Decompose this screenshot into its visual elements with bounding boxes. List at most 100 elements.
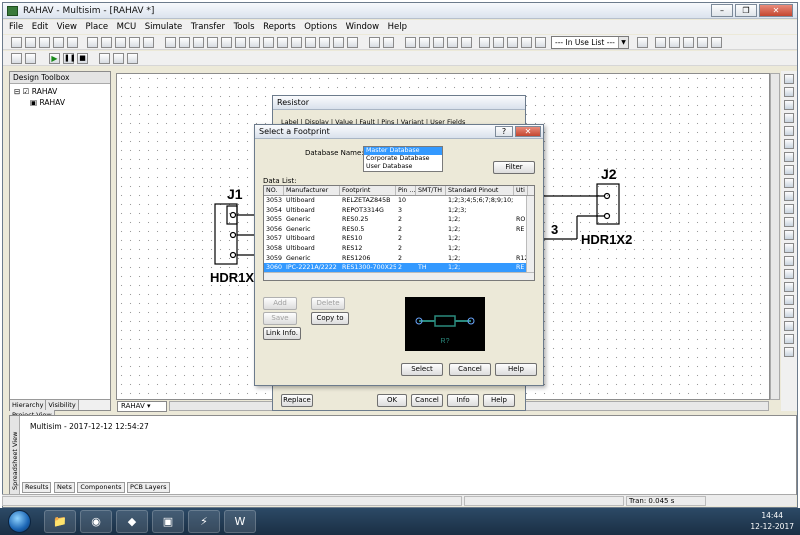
bode-plotter-icon[interactable] bbox=[784, 139, 794, 149]
menu-mcu[interactable]: MCU bbox=[117, 20, 137, 34]
postprocessor-icon[interactable] bbox=[447, 37, 458, 48]
place-bus-vector-icon[interactable] bbox=[319, 37, 330, 48]
print-preview-icon[interactable] bbox=[67, 37, 78, 48]
agilent-multimeter-icon[interactable] bbox=[784, 269, 794, 279]
menu-view[interactable]: View bbox=[57, 20, 77, 34]
cursor-icon[interactable] bbox=[369, 37, 380, 48]
menu-place[interactable]: Place bbox=[86, 20, 109, 34]
resistor-help-button[interactable]: Help bbox=[483, 394, 515, 407]
wattmeter-icon[interactable] bbox=[784, 100, 794, 110]
menu-help[interactable]: Help bbox=[388, 20, 407, 34]
four-channel-oscilloscope-icon[interactable] bbox=[784, 126, 794, 136]
maximize-button[interactable]: ❐ bbox=[735, 4, 757, 17]
logic-analyzer-icon[interactable] bbox=[784, 191, 794, 201]
place-title-block-icon[interactable] bbox=[305, 37, 316, 48]
col-ultiboard[interactable]: Uti bbox=[516, 186, 528, 195]
new-icon[interactable] bbox=[11, 37, 22, 48]
word-icon[interactable]: W bbox=[224, 510, 256, 533]
stop-icon[interactable]: ■ bbox=[77, 53, 88, 64]
zoom-area-icon[interactable] bbox=[655, 37, 666, 48]
spectrum-analyzer-icon[interactable] bbox=[784, 230, 794, 240]
create-component-icon[interactable] bbox=[493, 37, 504, 48]
col-manufacturer[interactable]: Manufacturer bbox=[286, 186, 340, 195]
resistor-dialog-title[interactable]: Resistor bbox=[273, 96, 525, 110]
place-comment-icon[interactable] bbox=[291, 37, 302, 48]
run-icon[interactable]: ▶ bbox=[49, 53, 60, 64]
erc-icon[interactable] bbox=[461, 37, 472, 48]
place-text-icon[interactable] bbox=[263, 37, 274, 48]
agilent-generator-icon[interactable] bbox=[784, 256, 794, 266]
tektronix-oscilloscope-icon[interactable] bbox=[784, 295, 794, 305]
select-button[interactable]: Select bbox=[401, 363, 443, 376]
distortion-analyzer-icon[interactable] bbox=[784, 217, 794, 227]
place-hierarchical-icon[interactable] bbox=[249, 37, 260, 48]
link-info-button[interactable]: Link Info. bbox=[263, 327, 301, 340]
function-generator-icon[interactable] bbox=[784, 87, 794, 97]
add-button[interactable]: Add bbox=[263, 297, 297, 310]
tab-rahav-sheet[interactable]: RAHAV ▾ bbox=[117, 401, 167, 412]
zoom-fit-icon[interactable] bbox=[697, 37, 708, 48]
menu-file[interactable]: File bbox=[9, 20, 23, 34]
resistor-cancel-button[interactable]: Cancel bbox=[411, 394, 443, 407]
table-row[interactable]: 3058 Ultiboard RES12 2 1;2; bbox=[264, 244, 534, 254]
place-ground-icon[interactable] bbox=[221, 37, 232, 48]
place-graphics-icon[interactable] bbox=[277, 37, 288, 48]
zoom-in-icon[interactable] bbox=[669, 37, 680, 48]
database-listbox[interactable]: Master Database Corporate Database User … bbox=[363, 146, 443, 172]
tab-visibility[interactable]: Visibility bbox=[46, 400, 79, 410]
resistor-ok-button[interactable]: OK bbox=[377, 394, 407, 407]
save-icon[interactable] bbox=[39, 37, 50, 48]
table-row[interactable]: 3059 Generic RES1206 2 1;2; R12 bbox=[264, 254, 534, 264]
explorer-icon[interactable]: 📁 bbox=[44, 510, 76, 533]
breadboard-icon[interactable] bbox=[507, 37, 518, 48]
word-generator-icon[interactable] bbox=[784, 165, 794, 175]
measurement-probe-icon[interactable] bbox=[784, 334, 794, 344]
tab-nets[interactable]: Nets bbox=[54, 482, 75, 493]
zoom-full-icon[interactable] bbox=[711, 37, 722, 48]
place-pin-icon[interactable] bbox=[347, 37, 358, 48]
replace-button[interactable]: Replace bbox=[281, 394, 313, 407]
agilent-oscilloscope-icon[interactable] bbox=[784, 282, 794, 292]
multisim-icon[interactable]: ⚡ bbox=[188, 510, 220, 533]
table-row[interactable]: 3054 Ultiboard REPOT3314G 3 1;2;3; bbox=[264, 206, 534, 216]
zoom-out-icon[interactable] bbox=[683, 37, 694, 48]
logic-converter-icon[interactable] bbox=[784, 178, 794, 188]
cut-icon[interactable] bbox=[87, 37, 98, 48]
place-wire-icon[interactable] bbox=[179, 37, 190, 48]
in-use-list-dropdown[interactable]: --- In Use List --- ▼ bbox=[551, 36, 629, 49]
transfer-icon[interactable] bbox=[521, 37, 532, 48]
probe-icon[interactable] bbox=[99, 53, 110, 64]
menu-edit[interactable]: Edit bbox=[32, 20, 48, 34]
database-option-corporate[interactable]: Corporate Database bbox=[364, 155, 442, 163]
place-junction-icon[interactable] bbox=[207, 37, 218, 48]
help-icon[interactable] bbox=[637, 37, 648, 48]
iv-analyzer-icon[interactable] bbox=[784, 204, 794, 214]
place-bus-icon[interactable] bbox=[193, 37, 204, 48]
spreadsheet-icon[interactable] bbox=[419, 37, 430, 48]
undo-icon[interactable] bbox=[129, 37, 140, 48]
instrument-icon[interactable] bbox=[25, 53, 36, 64]
tab-results[interactable]: Results bbox=[22, 482, 52, 493]
footprint-dialog-title[interactable]: Select a Footprint ? ✕ bbox=[255, 125, 543, 139]
table-row[interactable]: 3057 Ultiboard RES10 2 1;2; bbox=[264, 234, 534, 244]
start-button[interactable] bbox=[8, 510, 31, 533]
current-probe-icon[interactable] bbox=[784, 321, 794, 331]
grid-vertical-scrollbar[interactable] bbox=[526, 196, 534, 272]
save-button[interactable]: Save bbox=[263, 312, 297, 325]
grapher-icon[interactable] bbox=[433, 37, 444, 48]
menu-tools[interactable]: Tools bbox=[234, 20, 255, 34]
copy-to-button[interactable]: Copy to bbox=[311, 312, 349, 325]
oscilloscope-icon[interactable] bbox=[784, 113, 794, 123]
network-analyzer-icon[interactable] bbox=[784, 243, 794, 253]
frequency-counter-icon[interactable] bbox=[784, 152, 794, 162]
probe-settings-icon[interactable] bbox=[113, 53, 124, 64]
menu-reports[interactable]: Reports bbox=[263, 20, 296, 34]
tab-components[interactable]: Components bbox=[77, 482, 125, 493]
menu-window[interactable]: Window bbox=[346, 20, 380, 34]
tab-hierarchy[interactable]: Hierarchy bbox=[10, 400, 47, 410]
col-no[interactable]: NO. bbox=[266, 186, 284, 195]
multimeter-icon[interactable] bbox=[784, 74, 794, 84]
filter-button[interactable]: Filter bbox=[493, 161, 535, 174]
open-icon[interactable] bbox=[25, 37, 36, 48]
table-row[interactable]: 3056 Generic RES0.5 2 1;2; RE bbox=[264, 225, 534, 235]
